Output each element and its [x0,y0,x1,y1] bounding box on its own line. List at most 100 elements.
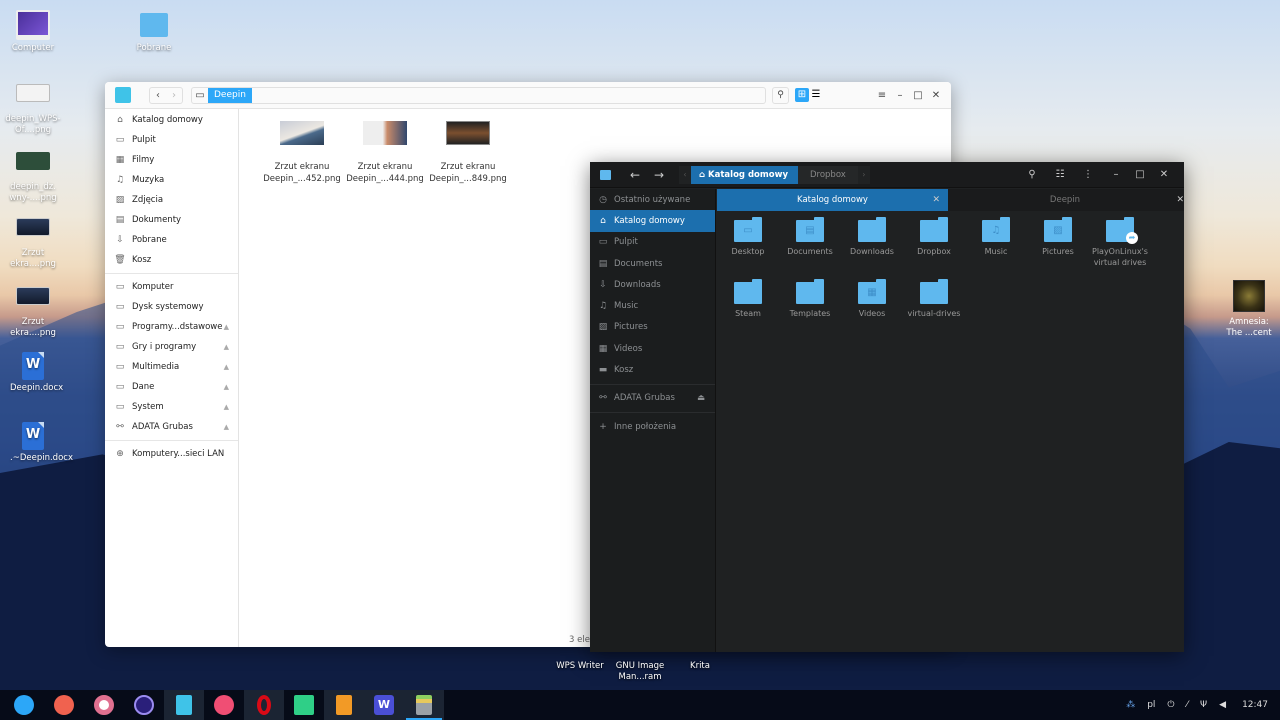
back-button[interactable]: ‹ [150,88,166,103]
taskbar-archive[interactable] [324,690,364,720]
desktop-icon-amnesia[interactable]: Amnesia: The ...cent [1221,280,1277,339]
sidebar-item-disk[interactable]: ▭ Dane ▲ [105,377,238,397]
close-tab-icon[interactable]: ✕ [1176,195,1184,205]
folder-item[interactable]: ➦ PlayOnLinux's virtual drives [1089,214,1151,268]
file-item[interactable]: Zrzut ekranu Deepin_...452.png [262,113,342,185]
usb-icon[interactable]: Ψ [1200,700,1207,710]
back-button[interactable]: ← [623,168,647,182]
sidebar-item-desktop[interactable]: ▭ Pulpit [590,232,715,253]
desktop-icon-wps-writer[interactable]: WPS Writer [556,661,604,672]
icon-view-button[interactable]: ⊞ [795,88,809,102]
keyboard-layout[interactable]: pl [1147,700,1155,710]
maximize-button[interactable]: □ [1130,169,1150,180]
desktop-icon-pobrane[interactable]: Pobrane [121,10,187,54]
desktop-icon-file[interactable]: deepin_WPS-Of....png [0,80,66,136]
sidebar-item-music[interactable]: ♫ Muzyka [105,170,238,190]
tab-deepin[interactable]: Deepin ✕ [948,189,1184,211]
eject-icon[interactable]: ⏏ [697,393,705,403]
path-segment[interactable]: Dropbox [797,165,858,184]
sidebar-item-home[interactable]: ⌂ Katalog domowy [590,210,715,232]
folder-item[interactable]: ▤ Documents [779,214,841,257]
desktop-icon-docx[interactable]: W .~Deepin.docx [0,422,73,464]
sidebar-item-music[interactable]: ♫ Music [590,295,715,316]
folder-item[interactable]: Steam [717,276,779,319]
tab-home[interactable]: Katalog domowy ✕ [717,189,948,211]
sidebar-item-desktop[interactable]: ▭ Pulpit [105,130,238,150]
sidebar-item-home[interactable]: ⌂ Katalog domowy [105,110,238,130]
list-view-button[interactable]: ☰ [809,88,823,102]
taskbar-screen-recorder[interactable] [44,690,84,720]
sidebar-item-documents[interactable]: ▤ Documents [590,253,715,274]
folder-item[interactable]: Dropbox [903,214,965,257]
sidebar-item-documents[interactable]: ▤ Dokumenty [105,210,238,230]
sidebar-item-disk[interactable]: ▭ Multimedia ▲ [105,357,238,377]
forward-button[interactable]: → [647,168,671,182]
eject-icon[interactable]: ▲ [224,323,229,331]
sidebar-item-recent[interactable]: ◷ Ostatnio używane [590,189,715,210]
sidebar-item-usb[interactable]: ⚯ ADATA Grubas ▲ [105,417,238,437]
breadcrumb[interactable]: ▭ Deepin [191,86,766,104]
taskbar-opera[interactable] [244,690,284,720]
eject-icon[interactable]: ▲ [224,423,229,431]
folder-item[interactable]: virtual-drives [903,276,965,319]
dropbox-icon[interactable]: ⁂ [1126,700,1135,710]
taskbar-file-manager[interactable] [164,690,204,720]
maximize-button[interactable]: □ [909,90,927,101]
path-scroll-right[interactable]: › [858,170,870,179]
sidebar-item-trash[interactable]: ▬ Kosz [590,359,715,380]
folder-item[interactable]: ▦ Videos [841,276,903,319]
path-segment-active[interactable]: ⌂ Katalog domowy [691,165,798,184]
minimize-button[interactable]: – [1102,169,1130,180]
folder-item[interactable]: Templates [779,276,841,319]
view-options-button[interactable]: ☷ [1046,169,1074,180]
taskbar-app[interactable] [204,690,244,720]
taskbar-system-monitor[interactable] [124,690,164,720]
folder-item[interactable]: ▨ Pictures [1027,214,1089,257]
sidebar-item-disk[interactable]: ▭ Gry i programy ▲ [105,337,238,357]
file-item[interactable]: Zrzut ekranu Deepin_...849.png [428,113,508,185]
clock[interactable]: 12:47 [1242,700,1268,710]
sidebar-item-other-locations[interactable]: + Inne położenia [590,416,715,437]
search-button[interactable]: ⚲ [772,86,789,104]
search-button[interactable]: ⚲ [1018,169,1046,180]
desktop-icon-file[interactable]: Zrzut ekra....png [0,287,66,339]
taskbar-terminal[interactable] [284,690,324,720]
folder-item[interactable]: Downloads [841,214,903,257]
menu-button[interactable]: ⋮ [1074,169,1102,180]
menu-button[interactable]: ≡ [873,90,891,101]
sidebar-item-downloads[interactable]: ⇩ Downloads [590,274,715,295]
close-button[interactable]: ✕ [927,90,945,101]
sidebar-item-pictures[interactable]: ▨ Pictures [590,317,715,338]
close-button[interactable]: ✕ [1150,169,1178,180]
desktop-icon-computer[interactable]: Computer [0,10,66,54]
close-tab-icon[interactable]: ✕ [932,195,940,205]
desktop-icon-gimp[interactable]: GNU Image Man...ram [614,661,666,683]
sidebar-item-trash[interactable]: 🗑 Kosz [105,250,238,270]
sidebar-item-videos[interactable]: ▦ Videos [590,338,715,359]
minimize-button[interactable]: – [891,90,909,101]
sidebar-item-network[interactable]: ⊕ Komputery...sieci LAN [105,444,238,464]
sidebar-item-downloads[interactable]: ⇩ Pobrane [105,230,238,250]
folder-item[interactable]: ♫ Music [965,214,1027,257]
taskbar-wps-writer[interactable]: W [364,690,404,720]
eject-icon[interactable]: ▲ [224,363,229,371]
eject-icon[interactable]: ▲ [224,383,229,391]
sidebar-item-disk[interactable]: ▭ Dysk systemowy [105,297,238,317]
taskbar-nautilus[interactable] [404,690,444,720]
eject-icon[interactable]: ▲ [224,403,229,411]
power-icon[interactable]: ⏻ [1167,700,1174,710]
path-scroll-left[interactable]: ‹ [679,170,691,179]
forward-button[interactable]: › [166,88,182,103]
sidebar-item-videos[interactable]: ▦ Filmy [105,150,238,170]
folder-item[interactable]: ▭ Desktop [717,214,779,257]
desktop-icon-file[interactable]: Zrzut ekra....png [0,218,66,270]
sidebar-item-disk[interactable]: ▭ Programy...dstawowe ▲ [105,317,238,337]
pen-icon[interactable]: ⁄ [1187,700,1189,710]
volume-icon[interactable]: ◀ [1219,700,1226,710]
sidebar-item-computer[interactable]: ▭ Komputer [105,277,238,297]
eject-icon[interactable]: ▲ [224,343,229,351]
taskbar-launcher[interactable] [4,690,44,720]
taskbar-settings[interactable] [84,690,124,720]
sidebar-item-disk[interactable]: ▭ System ▲ [105,397,238,417]
sidebar-item-pictures[interactable]: ▨ Zdjęcia [105,190,238,210]
